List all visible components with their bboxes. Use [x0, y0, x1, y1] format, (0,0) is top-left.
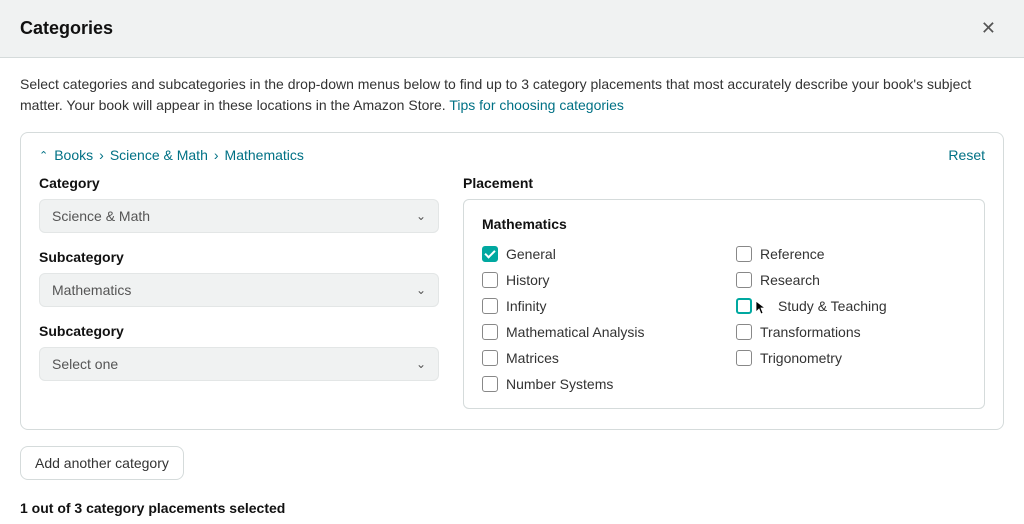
reset-link[interactable]: Reset [948, 147, 985, 163]
breadcrumb-part: Mathematics [225, 147, 304, 163]
placement-option[interactable]: Number Systems [482, 376, 712, 392]
checkbox-icon[interactable] [482, 376, 498, 392]
checkbox-icon[interactable] [482, 246, 498, 262]
placement-option-label: Mathematical Analysis [506, 324, 645, 340]
placement-option-label: Infinity [506, 298, 546, 314]
placement-option-label: Research [760, 272, 820, 288]
placement-option-label: Number Systems [506, 376, 613, 392]
right-column: Placement Mathematics General History Infi… [463, 175, 985, 409]
panel-columns: Category Science & Math ⌄ Subcategory Ma… [39, 175, 985, 409]
placement-option[interactable]: General [482, 246, 712, 262]
placement-option[interactable]: Study & Teaching [736, 298, 966, 314]
checkbox-icon[interactable] [736, 324, 752, 340]
modal-title: Categories [20, 18, 113, 39]
chevron-down-icon: ⌄ [416, 283, 426, 297]
checkbox-icon[interactable] [736, 350, 752, 366]
add-category-button[interactable]: Add another category [20, 446, 184, 480]
category-select[interactable]: Science & Math ⌄ [39, 199, 439, 233]
subcategory2-select[interactable]: Select one ⌄ [39, 347, 439, 381]
subcategory2-select-value: Select one [52, 356, 118, 372]
placement-option[interactable]: Transformations [736, 324, 966, 340]
placement-option[interactable]: History [482, 272, 712, 288]
placement-option-label: Reference [760, 246, 825, 262]
placement-option-label: Trigonometry [760, 350, 842, 366]
category-label: Category [39, 175, 439, 191]
placement-option[interactable]: Infinity [482, 298, 712, 314]
subcategory1-select[interactable]: Mathematics ⌄ [39, 273, 439, 307]
checkbox-columns: General History Infinity Mathematical Analy… [482, 246, 966, 392]
checkbox-icon[interactable] [736, 246, 752, 262]
chevron-down-icon: ⌄ [416, 357, 426, 371]
placement-label: Placement [463, 175, 985, 191]
placement-option-label: Matrices [506, 350, 559, 366]
breadcrumb-part: Science & Math [110, 147, 208, 163]
checkbox-icon[interactable] [482, 272, 498, 288]
placement-option[interactable]: Mathematical Analysis [482, 324, 712, 340]
category-select-value: Science & Math [52, 208, 150, 224]
left-column: Category Science & Math ⌄ Subcategory Ma… [39, 175, 439, 409]
checkbox-column-right: Reference Research Study & Teaching Transfo… [736, 246, 966, 392]
placement-option[interactable]: Matrices [482, 350, 712, 366]
modal-content: Select categories and subcategories in t… [0, 58, 1024, 524]
selection-status: 1 out of 3 category placements selected [20, 500, 1004, 516]
checkbox-icon[interactable] [482, 324, 498, 340]
category-panel: ⌃ Books › Science & Math › Mathematics R… [20, 132, 1004, 430]
subcategory2-label: Subcategory [39, 323, 439, 339]
checkbox-icon[interactable] [736, 272, 752, 288]
subcategory1-select-value: Mathematics [52, 282, 131, 298]
tips-link[interactable]: Tips for choosing categories [449, 97, 624, 113]
cursor-icon [756, 298, 770, 314]
breadcrumb-sep: › [214, 147, 219, 163]
modal-header: Categories ✕ [0, 0, 1024, 58]
chevron-down-icon: ⌄ [416, 209, 426, 223]
placement-option[interactable]: Trigonometry [736, 350, 966, 366]
checkbox-icon[interactable] [482, 350, 498, 366]
placement-group-title: Mathematics [482, 216, 966, 232]
chevron-up-icon: ⌃ [39, 149, 48, 162]
breadcrumb-part: Books [54, 147, 93, 163]
placement-option-label: Study & Teaching [778, 298, 887, 314]
placement-option[interactable]: Research [736, 272, 966, 288]
placement-option-label: Transformations [760, 324, 861, 340]
close-icon[interactable]: ✕ [973, 14, 1004, 43]
placement-option-label: General [506, 246, 556, 262]
checkbox-icon[interactable] [482, 298, 498, 314]
placement-option[interactable]: Reference [736, 246, 966, 262]
placement-option-label: History [506, 272, 550, 288]
panel-top: ⌃ Books › Science & Math › Mathematics R… [39, 147, 985, 163]
subcategory1-label: Subcategory [39, 249, 439, 265]
checkbox-column-left: General History Infinity Mathematical Analy… [482, 246, 712, 392]
breadcrumb[interactable]: ⌃ Books › Science & Math › Mathematics [39, 147, 304, 163]
intro-text: Select categories and subcategories in t… [20, 74, 1004, 116]
placement-box: Mathematics General History Infinity Mathem… [463, 199, 985, 409]
breadcrumb-sep: › [99, 147, 104, 163]
checkbox-icon[interactable] [736, 298, 752, 314]
